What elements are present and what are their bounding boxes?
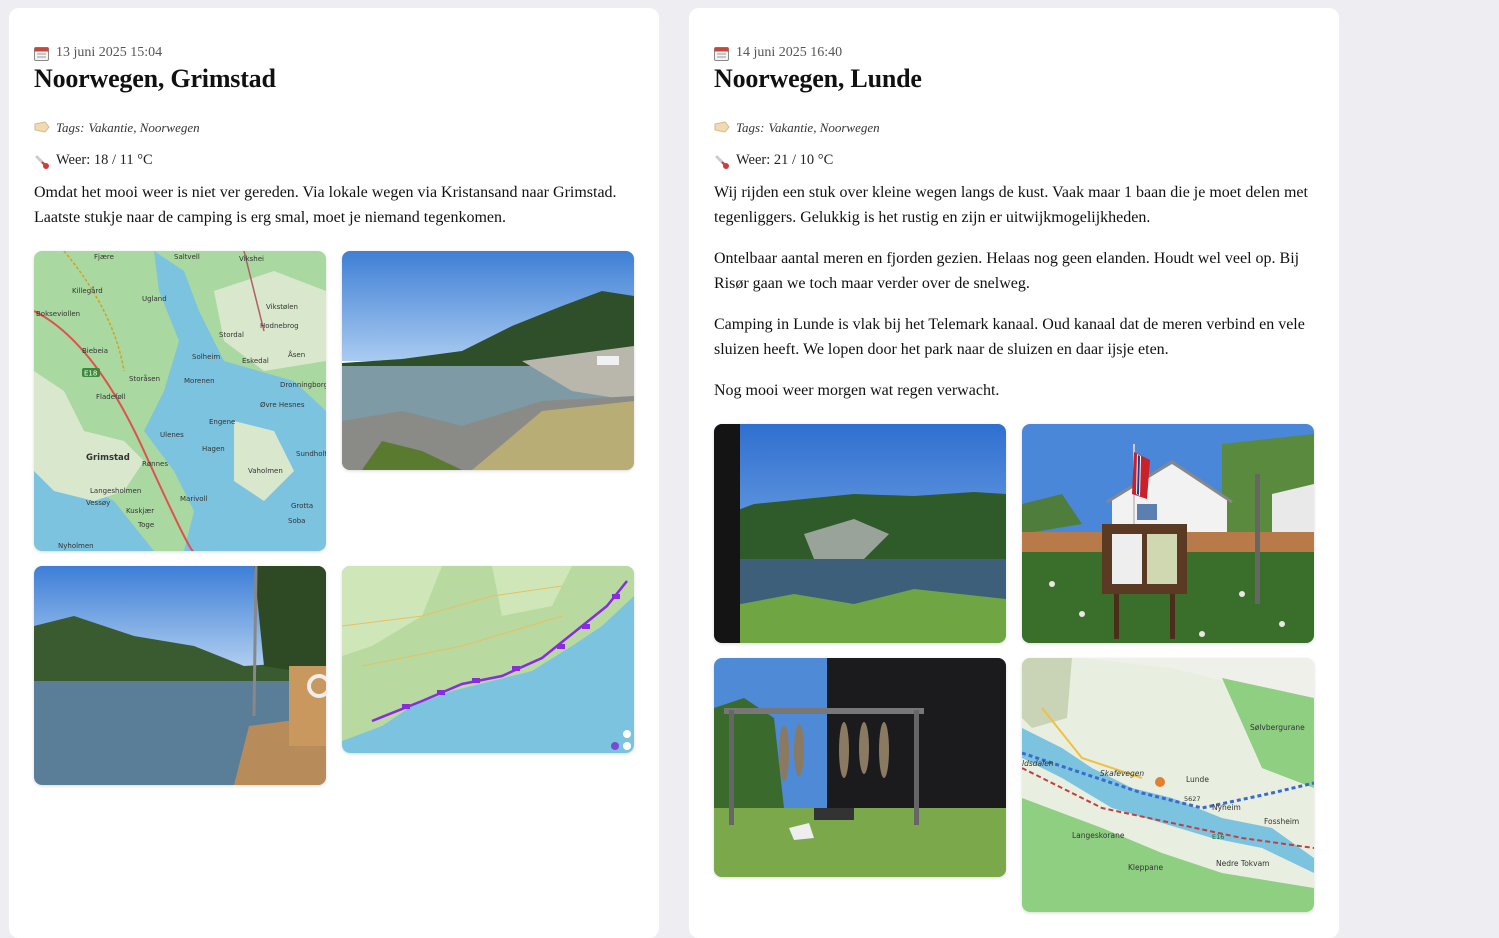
tag-icon (714, 121, 730, 135)
svg-text:Skafevegen: Skafevegen (1100, 769, 1144, 778)
post-card-grimstad: 13 juni 2025 15:04 Noorwegen, Grimstad T… (9, 8, 659, 938)
svg-text:Fossheim: Fossheim (1264, 817, 1299, 826)
map-lunde-photo[interactable]: Sølvbergurane Lunde Skafevegen Nyheim Fo… (1022, 658, 1314, 912)
harbor-dock-photo[interactable] (34, 566, 326, 785)
svg-text:Vaholmen: Vaholmen (248, 467, 283, 475)
svg-text:Eskedal: Eskedal (242, 357, 269, 365)
svg-text:Grimstad: Grimstad (86, 453, 130, 463)
post-paragraph: Nog mooi weer morgen wat regen verwacht. (714, 382, 1000, 399)
svg-text:Sølvbergurane: Sølvbergurane (1250, 723, 1305, 732)
svg-text:Vessøy: Vessøy (86, 499, 110, 507)
svg-text:Hagen: Hagen (202, 445, 225, 453)
post-tags: Tags: Vakantie, Noorwegen (714, 120, 880, 136)
svg-text:Marivoll: Marivoll (180, 495, 208, 503)
post-weather: Weer: 21 / 10 °C (714, 152, 833, 169)
svg-text:Fjære: Fjære (94, 253, 114, 261)
svg-text:Saltvell: Saltvell (174, 253, 200, 261)
lake-coast-photo[interactable] (342, 251, 634, 470)
forest-lake-photo[interactable] (714, 424, 1006, 643)
svg-text:Langesholmen: Langesholmen (90, 487, 141, 495)
svg-text:Lunde: Lunde (1186, 775, 1209, 784)
post-date: 13 juni 2025 15:04 (34, 45, 162, 61)
map-grimstad-photo[interactable]: Fjære Saltvell Vikshei Killegård Ugland … (34, 251, 326, 551)
tag-icon (34, 121, 50, 135)
thermometer-icon (34, 154, 50, 169)
svg-text:Ugland: Ugland (142, 295, 167, 303)
svg-text:Nyheim: Nyheim (1212, 803, 1241, 812)
svg-text:Nyholmen: Nyholmen (58, 542, 94, 550)
post-paragraph: Omdat het mooi weer is niet ver gereden.… (34, 184, 617, 226)
svg-text:Biebeia: Biebeia (82, 347, 108, 355)
svg-text:Langeskorane: Langeskorane (1072, 831, 1125, 840)
post-paragraph: Wij rijden een stuk over kleine wegen la… (714, 184, 1308, 226)
post-paragraph: Camping in Lunde is vlak bij het Telemar… (714, 316, 1305, 358)
svg-text:ldsdalen: ldsdalen (1022, 759, 1054, 768)
svg-text:E18: E18 (84, 370, 97, 378)
svg-text:Sundholt: Sundholt (296, 450, 326, 458)
tag-link[interactable]: Noorwegen (140, 120, 200, 136)
tag-link[interactable]: Vakantie (88, 120, 133, 136)
svg-text:Grotta: Grotta (291, 502, 313, 510)
svg-text:Kuskjær: Kuskjær (126, 507, 154, 515)
route-map-photo[interactable] (342, 566, 634, 753)
svg-text:Vikshei: Vikshei (239, 255, 264, 263)
post-tags: Tags: Vakantie, Noorwegen (34, 120, 200, 136)
svg-text:Dronningborg: Dronningborg (280, 381, 326, 389)
post-weather: Weer: 18 / 11 °C (34, 152, 153, 169)
svg-text:Bokseviollen: Bokseviollen (36, 310, 80, 318)
svg-text:Killegård: Killegård (72, 286, 103, 295)
svg-text:Fladeføll: Fladeføll (96, 393, 126, 401)
post-paragraph: Ontelbaar aantal meren en fjorden gezien… (714, 250, 1300, 292)
thermometer-icon (714, 154, 730, 169)
fish-drying-photo[interactable] (714, 658, 1006, 877)
post-title[interactable]: Noorwegen, Grimstad (34, 64, 276, 94)
svg-text:Nedre Tokvam: Nedre Tokvam (1216, 859, 1269, 868)
calendar-icon (714, 46, 729, 61)
svg-text:Ulenes: Ulenes (160, 431, 184, 439)
svg-text:5627: 5627 (1184, 795, 1201, 803)
svg-text:Morenen: Morenen (184, 377, 215, 385)
svg-text:Engene: Engene (209, 418, 235, 426)
calendar-icon (34, 46, 49, 61)
svg-text:Toge: Toge (137, 521, 154, 529)
post-date: 14 juni 2025 16:40 (714, 45, 842, 61)
svg-text:Øvre Hesnes: Øvre Hesnes (260, 401, 305, 409)
svg-text:Vikstølen: Vikstølen (266, 303, 298, 311)
post-title[interactable]: Noorwegen, Lunde (714, 64, 922, 94)
svg-text:Stordal: Stordal (219, 331, 244, 339)
post-card-lunde: 14 juni 2025 16:40 Noorwegen, Lunde Tags… (689, 8, 1339, 938)
flag-house-photo[interactable] (1022, 424, 1314, 643)
svg-text:Åsen: Åsen (288, 350, 305, 359)
svg-text:Hodnebrog: Hodnebrog (260, 322, 299, 330)
svg-text:E16: E16 (1212, 833, 1224, 841)
svg-text:Rønnes: Rønnes (142, 460, 168, 468)
svg-text:Soba: Soba (288, 517, 305, 525)
svg-text:Solheim: Solheim (192, 353, 220, 361)
tag-link[interactable]: Vakantie (768, 120, 813, 136)
svg-text:Storåsen: Storåsen (129, 374, 160, 383)
tag-link[interactable]: Noorwegen (820, 120, 880, 136)
svg-text:Kleppane: Kleppane (1128, 863, 1163, 872)
